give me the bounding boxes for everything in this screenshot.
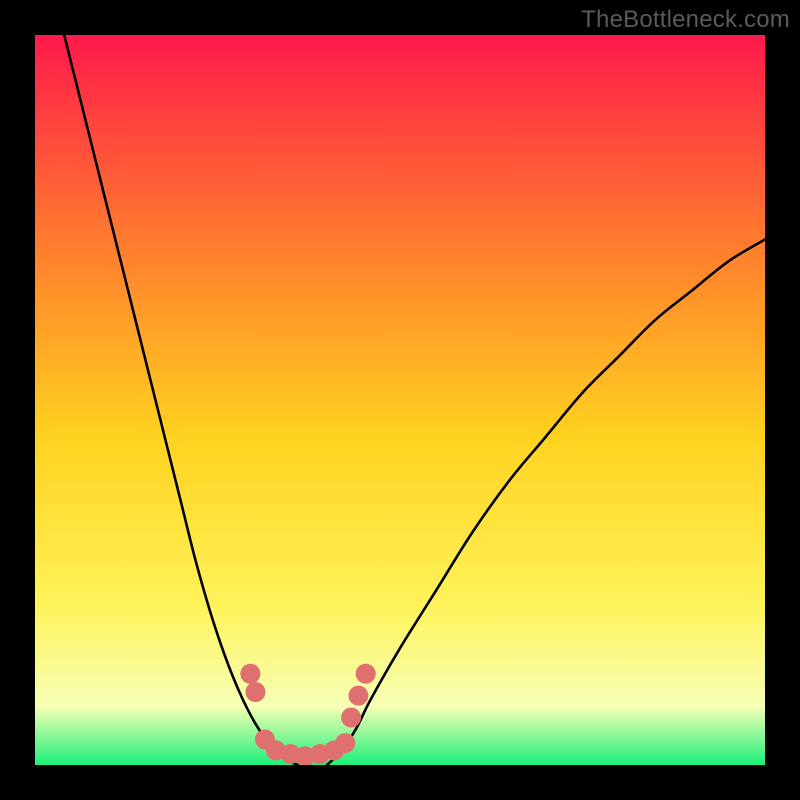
- marker-point: [245, 682, 265, 702]
- watermark-text: TheBottleneck.com: [581, 6, 790, 34]
- marker-point: [240, 664, 260, 684]
- marker-point: [356, 664, 376, 684]
- marker-point: [341, 708, 361, 728]
- chart-svg: [35, 35, 765, 765]
- marker-point: [348, 686, 368, 706]
- marker-point: [335, 733, 355, 753]
- chart-container: TheBottleneck.com: [0, 0, 800, 800]
- gradient-background: [35, 35, 765, 765]
- plot-area: [35, 35, 765, 765]
